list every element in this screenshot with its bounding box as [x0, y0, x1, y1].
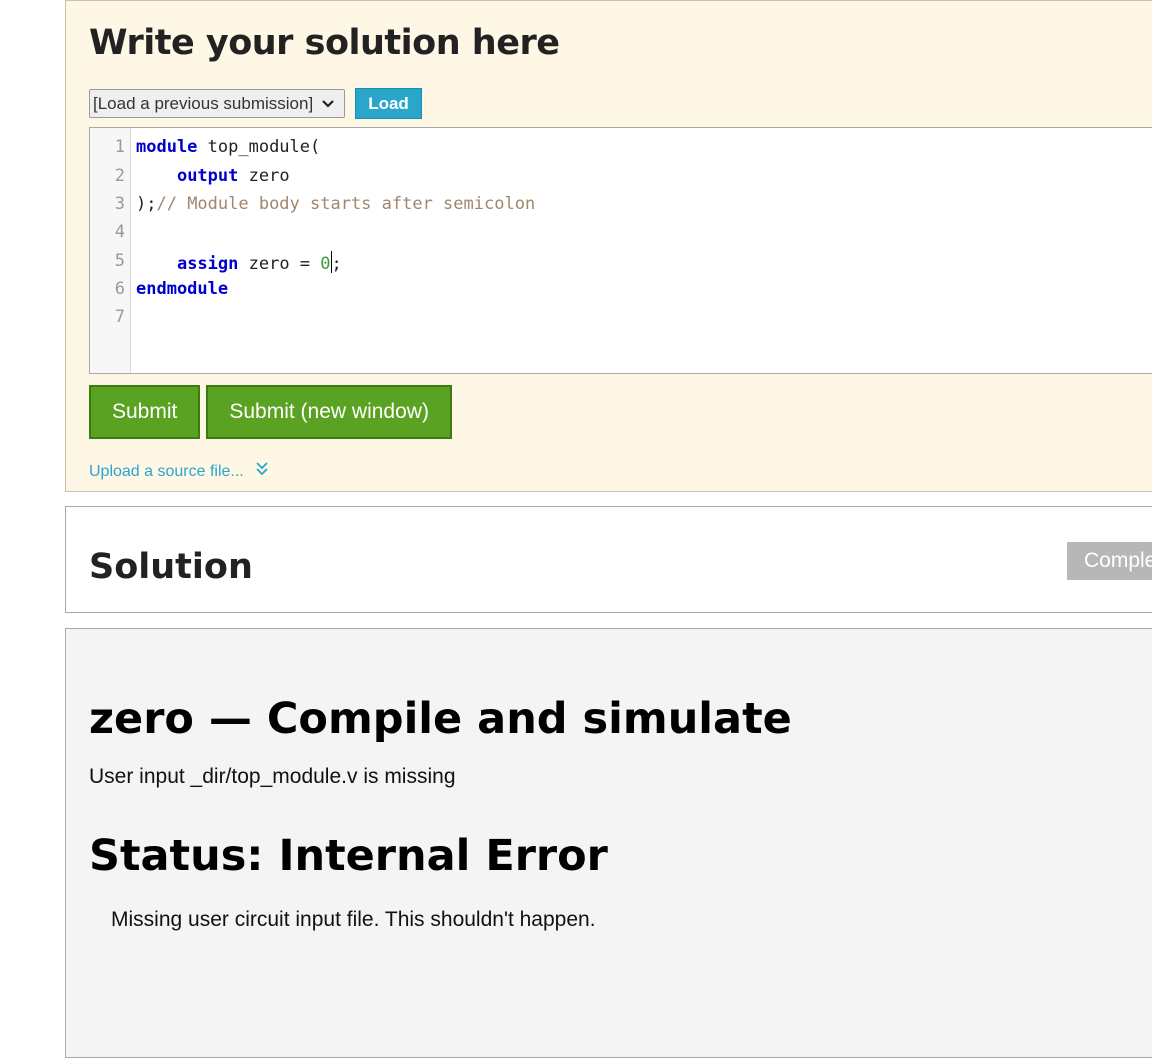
code-number: 0: [320, 254, 331, 274]
upload-source-label: Upload a source file...: [89, 462, 244, 480]
complete-button[interactable]: Complete: [1067, 542, 1152, 580]
code-text: );: [136, 194, 157, 214]
editor-heading: Write your solution here: [89, 23, 560, 63]
line-number: 1: [114, 137, 125, 157]
keyword: output: [176, 166, 239, 186]
line-number-gutter: 1 2 3 4 5 6 7: [90, 128, 131, 373]
status-message: Missing user circuit input file. This sh…: [111, 908, 596, 931]
line-number: 4: [114, 222, 125, 242]
submit-buttons: Submit Submit (new window): [89, 385, 452, 439]
solution-panel: Solution Complete: [65, 506, 1152, 613]
code-text: top_module(: [197, 137, 321, 157]
load-submission-row: [Load a previous submission] Load: [89, 88, 422, 119]
keyword: module: [136, 137, 198, 157]
result-message: User input _dir/top_module.v is missing: [89, 765, 456, 788]
code-line-6: endmodule: [136, 279, 228, 299]
code-line-2: output zero: [136, 166, 290, 186]
code-text: zero =: [238, 254, 321, 274]
double-chevron-down-icon: [256, 462, 268, 481]
line-number: 6: [114, 279, 125, 299]
line-number: 5: [114, 251, 125, 271]
keyword: endmodule: [136, 279, 229, 299]
line-number: 7: [114, 307, 125, 327]
code-editor[interactable]: 1 2 3 4 5 6 7 module top_module( output …: [89, 127, 1152, 374]
line-number: 3: [114, 194, 125, 214]
code-line-5: assign zero = 0;: [136, 251, 342, 274]
previous-submission-select[interactable]: [Load a previous submission]: [89, 89, 345, 118]
previous-submission-select-value: [Load a previous submission]: [93, 93, 314, 113]
load-button[interactable]: Load: [355, 88, 422, 119]
submit-new-window-button[interactable]: Submit (new window): [206, 385, 452, 439]
code-line-3: );// Module body starts after semicolon: [136, 194, 535, 214]
code-text: zero: [238, 166, 290, 186]
code-line-1: module top_module(: [136, 137, 320, 157]
submit-button[interactable]: Submit: [89, 385, 201, 439]
solution-editor-panel: Write your solution here [Load a previou…: [65, 0, 1152, 492]
code-text: ;: [331, 254, 342, 274]
result-panel: zero — Compile and simulate User input _…: [65, 628, 1152, 1058]
chevron-down-icon: [318, 94, 338, 114]
result-title: zero — Compile and simulate: [89, 694, 792, 744]
solution-heading: Solution: [89, 547, 253, 587]
keyword: assign: [176, 254, 239, 274]
line-number: 2: [114, 166, 125, 186]
upload-source-link[interactable]: Upload a source file...: [89, 462, 268, 481]
status-heading: Status: Internal Error: [89, 831, 608, 881]
code-comment: // Module body starts after semicolon: [156, 194, 536, 214]
